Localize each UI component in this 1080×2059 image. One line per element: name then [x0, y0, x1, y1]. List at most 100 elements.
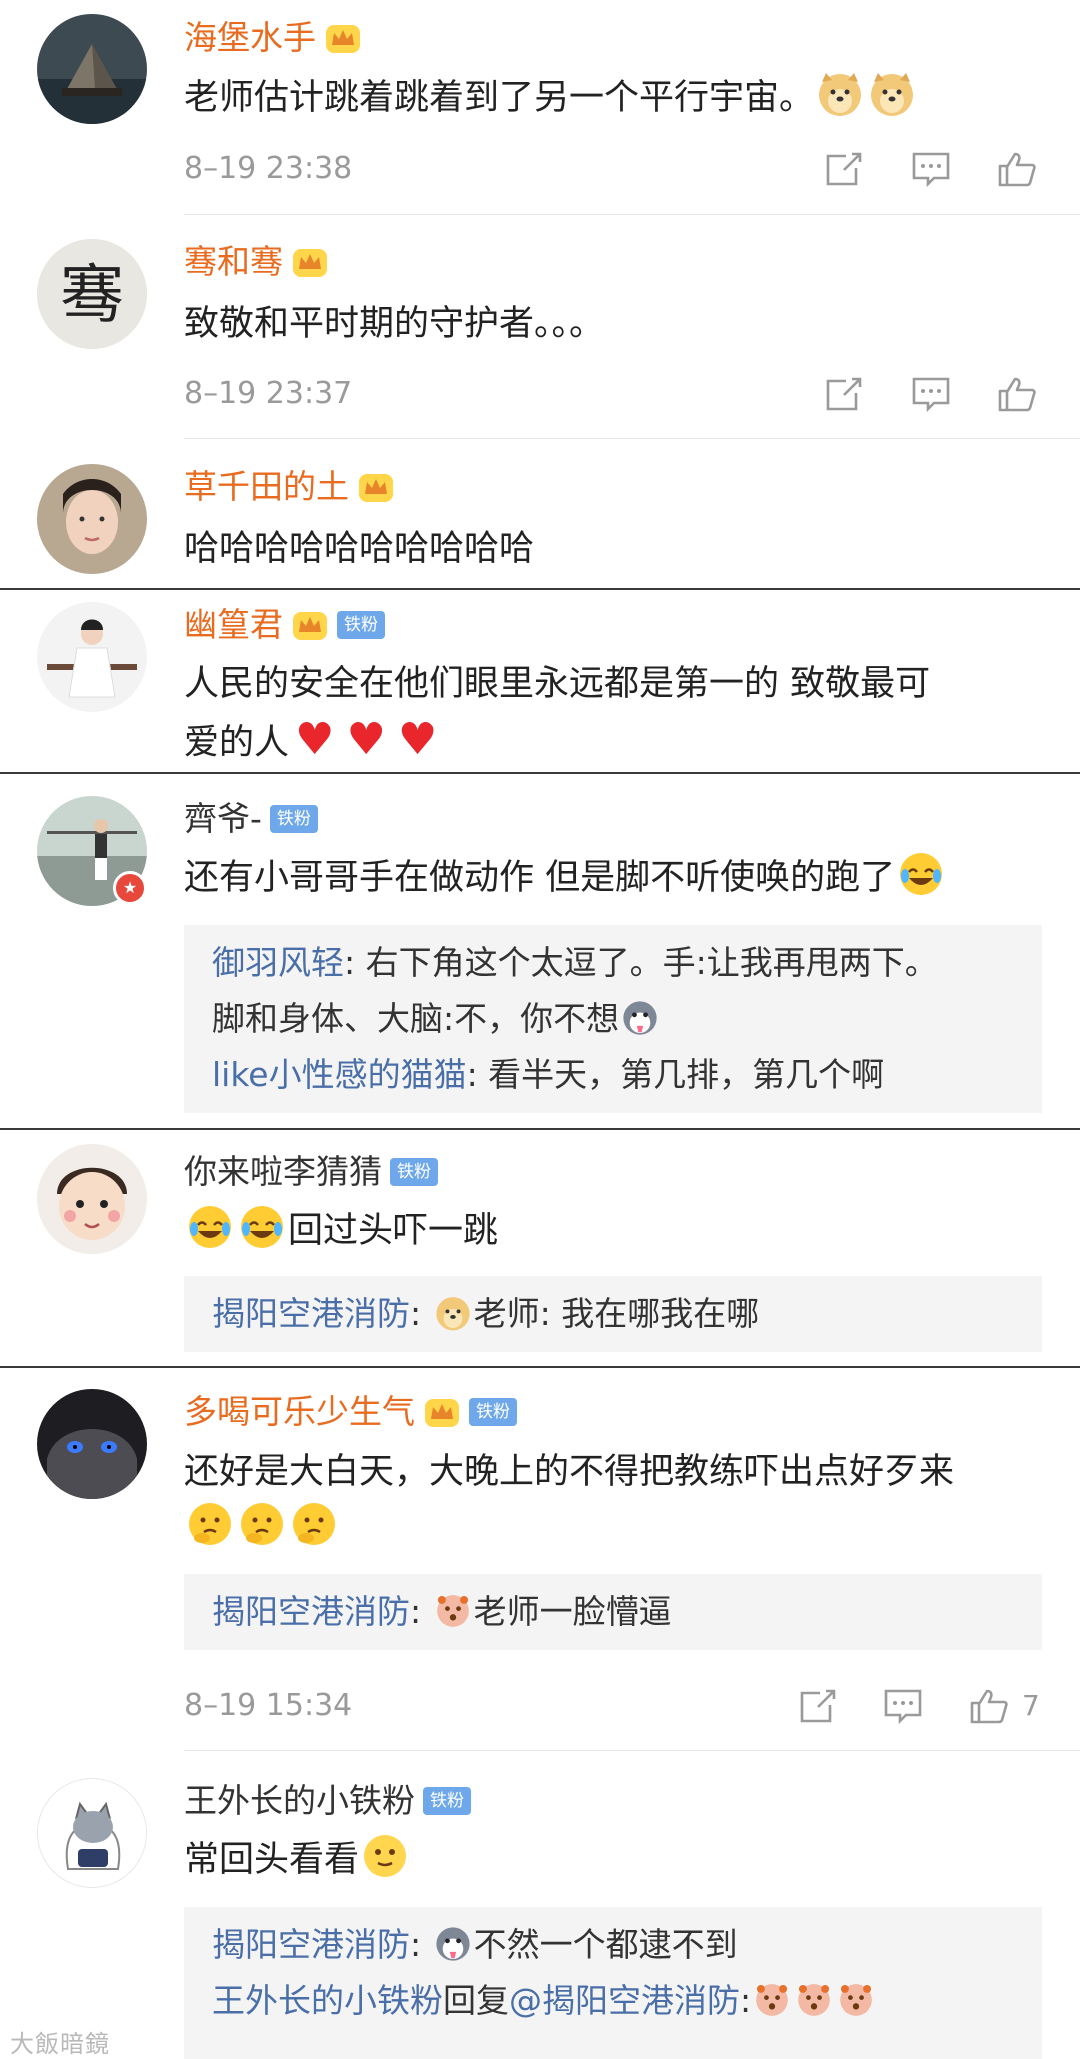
divider — [184, 438, 1080, 439]
thinking-emoji-icon — [238, 1500, 286, 1548]
screenshot-separator — [0, 1128, 1080, 1130]
mention-link[interactable]: @揭阳空港消防 — [509, 1981, 740, 2020]
comment-icon[interactable] — [910, 375, 952, 413]
reply-username[interactable]: 御羽风轻 — [212, 943, 344, 982]
fan-badge: 铁粉 — [469, 1398, 517, 1426]
reply-list: 御羽风轻: 右下角这个太逗了。手:让我再甩两下。 脚和身体、大脑:不，你不想 l… — [184, 925, 1042, 1113]
username[interactable]: 王外长的小铁粉 — [184, 1779, 415, 1823]
screenshot-separator — [0, 772, 1080, 774]
divider — [184, 1750, 1080, 1751]
crown-icon — [291, 608, 329, 642]
username[interactable]: 骞和骞 — [184, 240, 283, 284]
reply-list: 揭阳空港消防: 不然一个都逮不到 王外长的小铁粉回复@揭阳空港消防: — [184, 1907, 1042, 2059]
laughing-tears-emoji-icon — [238, 1203, 286, 1251]
thinking-emoji-icon — [186, 1500, 234, 1548]
timestamp: 8–19 23:38 — [184, 151, 353, 186]
reply-item[interactable]: 揭阳空港消防: 老师: 我在哪我在哪 — [212, 1286, 1014, 1342]
comment-text-cont: 爱的人 — [184, 723, 290, 763]
reply-text: : 右下角这个太逗了。手:让我再甩两下。 — [344, 943, 938, 982]
reply-username[interactable]: 王外长的小铁粉 — [212, 1981, 443, 2020]
comment-icon[interactable] — [910, 150, 952, 188]
fan-badge: 铁粉 — [269, 805, 318, 833]
verified-badge-icon: ★ — [113, 871, 147, 905]
thinking-emoji-icon — [290, 1500, 338, 1548]
crown-icon — [357, 470, 395, 504]
smirk-emoji-icon — [361, 1832, 409, 1880]
reply-username[interactable]: 揭阳空港消防 — [212, 1592, 410, 1631]
username[interactable]: 齊爷- — [184, 797, 262, 841]
comment-text: 致敬和平时期的守护者。。。 — [184, 304, 605, 344]
screenshot-separator — [0, 588, 1080, 590]
reply-item[interactable]: like小性感的猫猫: 看半天，第几排，第几个啊 — [212, 1047, 1014, 1103]
comment-text: 还好是大白天，大晚上的不得把教练吓出点好歹来 — [184, 1452, 955, 1492]
heart-emoji-icon: ♥ — [295, 714, 335, 765]
share-icon[interactable] — [796, 1687, 838, 1725]
reply-item[interactable]: 王外长的小铁粉回复@揭阳空港消防: — [212, 1973, 1014, 2029]
reply-text: : — [740, 1981, 752, 2020]
reply-username[interactable]: 揭阳空港消防 — [212, 1294, 410, 1333]
avatar[interactable] — [37, 1144, 147, 1254]
doge-emoji-icon — [434, 1294, 472, 1332]
comment-text: 老师估计跳着跳着到了另一个平行宇宙。 — [184, 78, 815, 118]
fan-badge: 铁粉 — [390, 1158, 438, 1186]
fan-badge: 铁粉 — [423, 1787, 471, 1815]
reply-text: 老师一脸懵逼 — [473, 1592, 672, 1631]
laughing-tears-emoji-icon — [186, 1203, 234, 1251]
reply-item[interactable]: 御羽风轻: 右下角这个太逗了。手:让我再甩两下。 — [212, 935, 1014, 991]
thumbs-up-icon[interactable] — [996, 375, 1038, 413]
thumbs-up-icon[interactable] — [968, 1687, 1010, 1725]
puzzled-emoji-icon — [753, 1981, 791, 2019]
avatar[interactable] — [37, 464, 147, 574]
thumbs-up-icon[interactable] — [996, 150, 1038, 188]
crown-icon — [324, 21, 362, 55]
share-icon[interactable] — [822, 375, 864, 413]
reply-text: 不然一个都逮不到 — [473, 1925, 738, 1964]
laughing-tears-emoji-icon — [897, 850, 945, 898]
crown-icon — [423, 1395, 461, 1429]
crown-icon — [291, 245, 329, 279]
fan-badge: 铁粉 — [337, 611, 385, 639]
reply-username[interactable]: 揭阳空港消防 — [212, 1925, 410, 1964]
reply-list: 揭阳空港消防: 老师: 我在哪我在哪 — [184, 1276, 1042, 1352]
avatar[interactable]: 骞 — [37, 239, 147, 349]
watermark: 大飯暗鏡 — [10, 2030, 110, 2058]
husky-emoji-icon — [434, 1925, 472, 1963]
username[interactable]: 草千田的土 — [184, 465, 349, 509]
heart-emoji-icon: ♥ — [397, 714, 438, 765]
reply-list: 揭阳空港消防: 老师一脸懵逼 — [184, 1574, 1042, 1650]
reply-item[interactable]: 脚和身体、大脑:不，你不想 — [212, 991, 1014, 1047]
timestamp: 8–19 15:34 — [184, 1688, 353, 1723]
puzzled-emoji-icon — [795, 1981, 833, 2019]
comment-text: 人民的安全在他们眼里永远都是第一的 致敬最可 — [184, 664, 931, 704]
reply-item[interactable]: 揭阳空港消防: 不然一个都逮不到 — [212, 1917, 1014, 1973]
username[interactable]: 你来啦李猜猜 — [184, 1150, 382, 1194]
username[interactable]: 多喝可乐少生气 — [184, 1390, 415, 1434]
username[interactable]: 海堡水手 — [184, 16, 316, 60]
avatar[interactable] — [37, 602, 147, 712]
timestamp: 8–19 23:37 — [184, 376, 353, 411]
avatar[interactable] — [37, 1389, 147, 1499]
reply-username[interactable]: like小性感的猫猫 — [212, 1055, 467, 1094]
husky-emoji-icon — [621, 999, 659, 1037]
share-icon[interactable] — [822, 150, 864, 188]
comment-text: 还有小哥哥手在做动作 但是脚不听使唤的跑了 — [184, 858, 896, 898]
username[interactable]: 幽篁君 — [184, 603, 283, 647]
reply-text: 脚和身体、大脑:不，你不想 — [212, 999, 620, 1038]
puzzled-emoji-icon — [434, 1592, 472, 1630]
avatar[interactable] — [37, 1778, 147, 1888]
reply-text: 回复 — [443, 1981, 509, 2020]
svg-text:骞: 骞 — [60, 259, 124, 333]
heart-emoji-icon: ♥ — [346, 714, 386, 765]
comment-text: 哈哈哈哈哈哈哈哈哈哈 — [184, 529, 535, 569]
doge-emoji-icon — [868, 70, 916, 118]
screenshot-separator — [0, 1366, 1080, 1368]
comment-text: 回过头吓一跳 — [288, 1211, 499, 1251]
doge-emoji-icon — [816, 70, 864, 118]
reply-item[interactable]: 揭阳空港消防: 老师一脸懵逼 — [212, 1584, 1014, 1640]
reply-text: : 看半天，第几排，第几个啊 — [466, 1055, 885, 1094]
reply-text: 老师: 我在哪我在哪 — [473, 1294, 760, 1333]
comment-icon[interactable] — [882, 1687, 924, 1725]
divider — [184, 214, 1080, 215]
avatar[interactable] — [37, 14, 147, 124]
comment-feed: 海堡水手 老师估计跳着跳着到了另一个平行宇宙。 8–19 23:38 骞 骞和骞… — [0, 0, 1080, 2059]
